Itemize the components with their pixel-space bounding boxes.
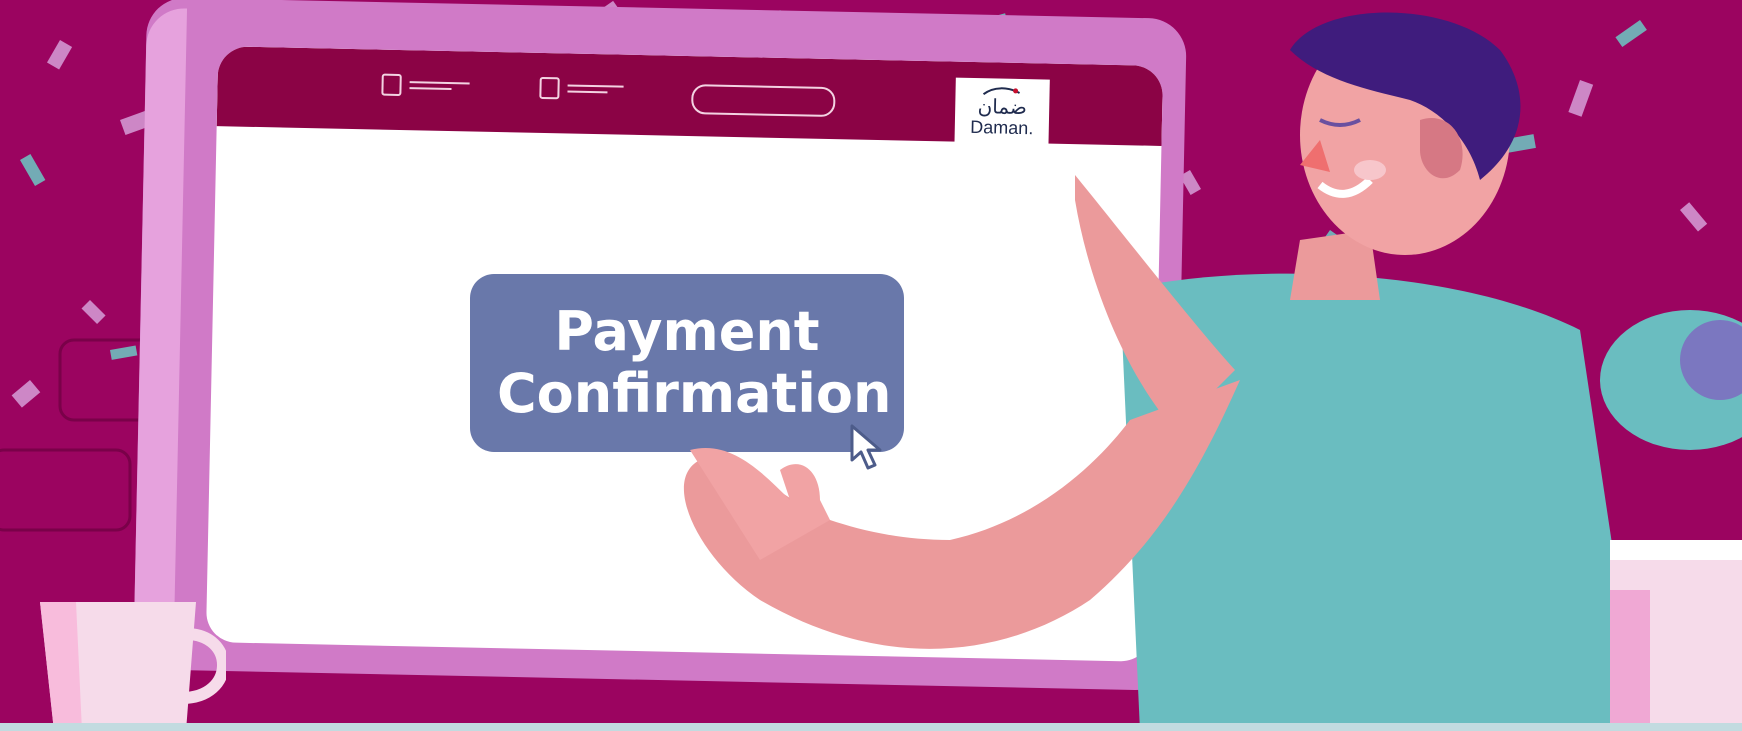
plant-decoration [1600, 310, 1742, 731]
desk-surface [0, 723, 1742, 731]
payment-confirmation-scene: ضمان Daman. Payment Confirmation [0, 0, 1742, 731]
coffee-mug-decoration [40, 602, 226, 731]
cheek-shape [1354, 160, 1386, 180]
man-illustration [683, 12, 1640, 731]
